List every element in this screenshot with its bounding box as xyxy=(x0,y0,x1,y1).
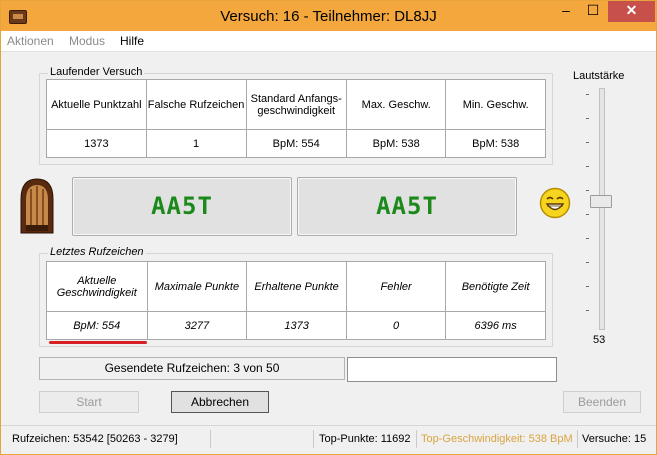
header-max-points: Maximale Punkte xyxy=(146,261,248,312)
slider-tick xyxy=(586,262,589,263)
laughing-smiley-icon xyxy=(539,187,571,219)
slider-tick xyxy=(586,166,589,167)
slider-tick xyxy=(586,238,589,239)
status-bar: Rufzeichen: 53542 [50263 - 3279] Top-Pun… xyxy=(1,425,656,454)
header-wrong-callsigns: Falsche Rufzeichen xyxy=(145,79,247,130)
header-max-speed: Max. Geschw. xyxy=(345,79,447,130)
received-callsign-button[interactable]: AA5T xyxy=(297,177,517,236)
status-separator xyxy=(577,430,578,448)
running-attempt-label: Laufender Versuch xyxy=(48,66,145,78)
value-current-score: 1373 xyxy=(46,129,147,158)
status-separator xyxy=(313,430,314,448)
slider-tick xyxy=(586,286,589,287)
cancel-button[interactable]: Abbrechen xyxy=(171,391,269,413)
value-required-time: 6396 ms xyxy=(445,311,546,340)
finish-button[interactable]: Beenden xyxy=(563,391,641,413)
header-current-speed: Aktuelle Geschwindigkeit xyxy=(46,261,148,312)
callsign-input[interactable] xyxy=(347,357,557,382)
status-separator xyxy=(416,430,417,448)
start-button[interactable]: Start xyxy=(39,391,139,413)
status-callsigns: Rufzeichen: 53542 [50263 - 3279] xyxy=(12,433,178,445)
value-received-points: 1373 xyxy=(246,311,347,340)
status-top-points: Top-Punkte: 11692 xyxy=(319,433,411,445)
close-button[interactable]: ✕ xyxy=(608,1,655,22)
value-wrong-callsigns: 1 xyxy=(145,129,247,158)
value-current-speed: BpM: 554 xyxy=(46,311,148,340)
slider-tick xyxy=(586,214,589,215)
status-attempts: Versuche: 15 xyxy=(582,433,647,445)
status-separator xyxy=(210,430,211,448)
header-required-time: Benötigte Zeit xyxy=(445,261,546,312)
value-max-points: 3277 xyxy=(146,311,248,340)
minimize-button[interactable]: – xyxy=(553,1,579,22)
header-errors: Fehler xyxy=(345,261,447,312)
status-top-speed: Top-Geschwindigkeit: 538 BpM xyxy=(421,433,573,445)
sent-callsigns-status: Gesendete Rufzeichen: 3 von 50 xyxy=(39,357,345,380)
slider-tick xyxy=(586,310,589,311)
last-callsign-label: Letztes Rufzeichen xyxy=(48,246,146,258)
sent-callsign-button[interactable]: AA5T xyxy=(72,177,292,236)
header-min-speed: Min. Geschw. xyxy=(445,79,546,130)
value-max-speed: BpM: 538 xyxy=(345,129,447,158)
header-start-speed: Standard Anfangs-geschwindigkeit xyxy=(245,79,347,130)
slider-tick xyxy=(586,142,589,143)
main-window: Versuch: 16 - Teilnehmer: DL8JJ – ☐ ✕ Ak… xyxy=(0,0,657,455)
volume-value: 53 xyxy=(593,334,606,346)
slider-tick xyxy=(586,118,589,119)
menu-aktionen[interactable]: Aktionen xyxy=(7,34,54,48)
title-bar: Versuch: 16 - Teilnehmer: DL8JJ – ☐ ✕ xyxy=(1,1,656,31)
header-received-points: Erhaltene Punkte xyxy=(246,261,347,312)
highlight-underline xyxy=(49,341,147,344)
slider-tick xyxy=(586,94,589,95)
menu-modus[interactable]: Modus xyxy=(69,34,105,48)
volume-label: Lautstärke xyxy=(573,70,625,82)
volume-slider-thumb[interactable] xyxy=(590,195,612,208)
menu-hilfe[interactable]: Hilfe xyxy=(120,34,144,48)
menu-bar: Aktionen Modus Hilfe xyxy=(1,31,656,52)
volume-slider-track[interactable] xyxy=(599,88,605,330)
vintage-radio-icon xyxy=(20,178,54,234)
value-start-speed: BpM: 554 xyxy=(245,129,347,158)
header-current-score: Aktuelle Punktzahl xyxy=(46,79,147,130)
running-attempt-table: Aktuelle Punktzahl Falsche Rufzeichen St… xyxy=(46,79,546,158)
maximize-button[interactable]: ☐ xyxy=(580,1,606,22)
value-errors: 0 xyxy=(345,311,447,340)
last-callsign-table: Aktuelle Geschwindigkeit Maximale Punkte… xyxy=(46,261,546,340)
slider-tick xyxy=(586,190,589,191)
value-min-speed: BpM: 538 xyxy=(445,129,546,158)
